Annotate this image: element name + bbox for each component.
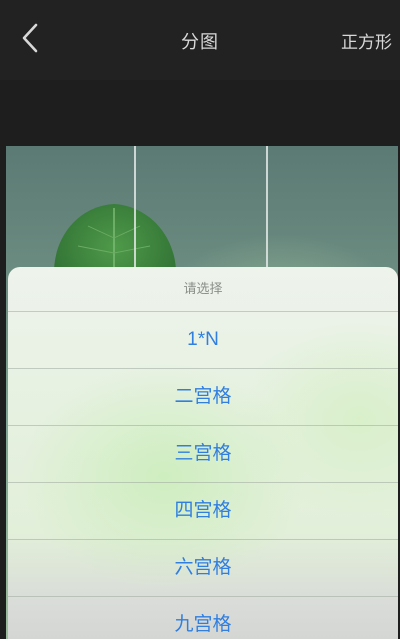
option-six-grid[interactable]: 六宫格 bbox=[8, 540, 398, 597]
option-four-grid[interactable]: 四宫格 bbox=[8, 483, 398, 540]
action-sheet: 请选择 1*N 二宫格 三宫格 四宫格 六宫格 九宫格 bbox=[8, 267, 398, 639]
option-three-grid[interactable]: 三宫格 bbox=[8, 426, 398, 483]
square-mode-button[interactable]: 正方形 bbox=[341, 28, 392, 53]
navigation-bar: 分图 正方形 bbox=[0, 0, 400, 80]
option-nine-grid[interactable]: 九宫格 bbox=[8, 597, 398, 639]
page-title: 分图 bbox=[181, 32, 219, 52]
action-sheet-title: 请选择 bbox=[8, 267, 398, 312]
split-image-screen: 分图 正方形 请选择 1*N 二宫格 三宫格 四宫格 六宫格 九宫格 bbox=[0, 0, 400, 639]
grid-divider bbox=[266, 146, 268, 276]
option-two-grid[interactable]: 二宫格 bbox=[8, 369, 398, 426]
grid-divider bbox=[134, 146, 136, 276]
option-1xn[interactable]: 1*N bbox=[8, 312, 398, 369]
